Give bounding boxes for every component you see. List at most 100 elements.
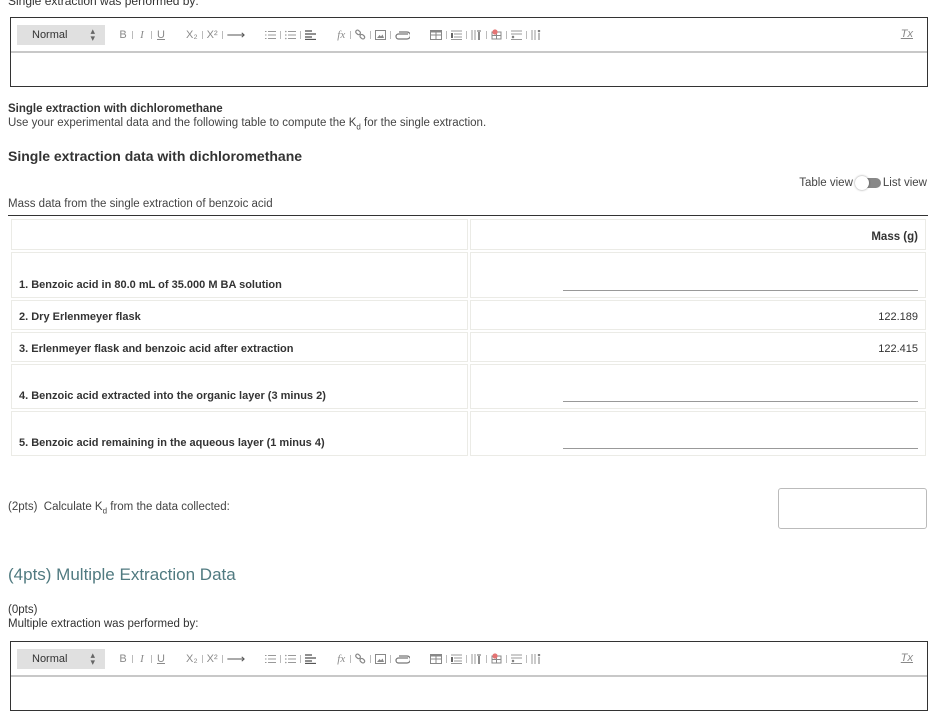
toolbar-separator xyxy=(466,30,468,39)
list-group xyxy=(265,27,317,43)
clear-format-button[interactable]: Tx xyxy=(901,28,913,40)
subscript-button[interactable]: X₂ xyxy=(186,651,198,667)
view-switch[interactable] xyxy=(854,176,881,190)
mass-input-row-1[interactable] xyxy=(563,290,918,291)
toolbar-separator xyxy=(370,30,372,39)
description-text-end: for the single extraction. xyxy=(360,117,487,129)
format-select[interactable]: Normal ▴ ▾ xyxy=(17,648,105,669)
attachment-icon[interactable] xyxy=(395,651,411,667)
ordered-list-icon[interactable] xyxy=(265,27,277,43)
table-row: 4. Benzoic acid extracted into the organ… xyxy=(11,364,926,409)
link-icon[interactable] xyxy=(355,651,366,667)
insert-row-icon[interactable] xyxy=(451,27,463,43)
multiple-extraction-heading: (4pts) Multiple Extraction Data xyxy=(8,565,236,584)
mass-input-row-4[interactable] xyxy=(563,401,918,402)
delete-table-icon[interactable] xyxy=(491,651,502,667)
clear-format-button[interactable]: Tx xyxy=(901,652,913,664)
insert-row-icon[interactable] xyxy=(451,651,463,667)
toolbar-separator xyxy=(221,30,223,39)
toolbar-separator xyxy=(221,654,223,663)
format-select[interactable]: Normal ▴ ▾ xyxy=(17,24,105,45)
superscript-button[interactable]: X² xyxy=(207,27,218,43)
table-row: 5. Benzoic acid remaining in the aqueous… xyxy=(11,411,926,456)
kd-question-label: (2pts) Calculate Kd from the data collec… xyxy=(8,501,230,515)
kd-question-text: Calculate K xyxy=(43,501,103,513)
subscript-button[interactable]: X₂ xyxy=(186,27,198,43)
editor-content-area[interactable] xyxy=(11,677,927,710)
image-icon[interactable] xyxy=(375,651,387,667)
row-value: 122.415 xyxy=(470,332,926,362)
toolbar-separator xyxy=(466,654,468,663)
toolbar-separator xyxy=(370,654,372,663)
underline-button[interactable]: U xyxy=(156,651,166,667)
row-value-cell xyxy=(470,411,926,456)
formula-button[interactable]: fx xyxy=(336,651,346,667)
delete-table-icon[interactable] xyxy=(491,27,502,43)
toolbar-separator xyxy=(506,654,508,663)
multiple-extraction-performed-by-label: Multiple extraction was performed by: xyxy=(8,618,199,630)
delete-row-icon[interactable] xyxy=(511,651,523,667)
toolbar-separator xyxy=(446,654,448,663)
row-label: 3. Erlenmeyer flask and benzoic acid aft… xyxy=(11,332,468,362)
toolbar-separator xyxy=(280,30,282,39)
table-divider xyxy=(8,215,928,216)
delete-column-icon[interactable] xyxy=(531,27,542,43)
toolbar-separator xyxy=(132,30,133,39)
toolbar-separator xyxy=(350,30,352,39)
table-group xyxy=(430,651,542,667)
ordered-list-icon[interactable] xyxy=(265,651,277,667)
toolbar-separator xyxy=(300,654,302,663)
text-style-group: B I U xyxy=(118,27,166,43)
editor-content-area[interactable] xyxy=(11,53,927,86)
table-row: 1. Benzoic acid in 80.0 mL of 35.000 M B… xyxy=(11,252,926,298)
toolbar-separator xyxy=(486,654,488,663)
toolbar-separator xyxy=(300,30,302,39)
link-icon[interactable] xyxy=(355,27,366,43)
arrow-button[interactable]: ⟶ xyxy=(227,27,246,43)
kd-answer-input[interactable] xyxy=(778,488,927,529)
align-left-icon[interactable] xyxy=(305,651,317,667)
align-left-icon[interactable] xyxy=(305,27,317,43)
mass-input-row-5[interactable] xyxy=(563,448,918,449)
arrow-button[interactable]: ⟶ xyxy=(227,651,246,667)
insert-column-icon[interactable] xyxy=(471,651,482,667)
attachment-icon[interactable] xyxy=(395,27,411,43)
delete-row-icon[interactable] xyxy=(511,27,523,43)
editor-toolbar: Normal ▴ ▾ B I U X₂ X² ⟶ fx Tx xyxy=(11,642,927,677)
table-view-label[interactable]: Table view xyxy=(799,177,853,189)
list-group xyxy=(265,651,317,667)
single-extraction-description: Use your experimental data and the follo… xyxy=(8,117,486,131)
bullet-list-icon[interactable] xyxy=(285,651,297,667)
text-style-group: B I U xyxy=(118,651,166,667)
bullet-list-icon[interactable] xyxy=(285,27,297,43)
toolbar-separator xyxy=(151,30,152,39)
view-toggle: Table view List view xyxy=(799,176,927,190)
multiple-extraction-points: (0pts) xyxy=(8,604,38,616)
select-caret-icon: ▴ ▾ xyxy=(90,25,95,43)
toolbar-separator xyxy=(132,654,133,663)
insert-group: fx xyxy=(336,27,411,43)
toolbar-separator xyxy=(506,30,508,39)
italic-button[interactable]: I xyxy=(137,651,147,667)
bold-button[interactable]: B xyxy=(118,27,128,43)
switch-knob[interactable] xyxy=(854,176,869,190)
row-value-cell xyxy=(470,252,926,298)
row-value: 122.189 xyxy=(470,300,926,330)
insert-table-icon[interactable] xyxy=(430,651,443,667)
italic-button[interactable]: I xyxy=(137,27,147,43)
table-group xyxy=(430,27,542,43)
script-group: X₂ X² ⟶ xyxy=(186,27,245,43)
list-view-label[interactable]: List view xyxy=(883,177,927,189)
description-text: Use your experimental data and the follo… xyxy=(8,117,357,129)
delete-column-icon[interactable] xyxy=(531,651,542,667)
insert-table-icon[interactable] xyxy=(430,27,443,43)
image-icon[interactable] xyxy=(375,27,387,43)
toolbar-separator xyxy=(390,30,392,39)
row-label: 4. Benzoic acid extracted into the organ… xyxy=(11,364,468,409)
format-select-value: Normal xyxy=(32,652,68,665)
formula-button[interactable]: fx xyxy=(336,27,346,43)
bold-button[interactable]: B xyxy=(118,651,128,667)
insert-column-icon[interactable] xyxy=(471,27,482,43)
underline-button[interactable]: U xyxy=(156,27,166,43)
superscript-button[interactable]: X² xyxy=(207,651,218,667)
